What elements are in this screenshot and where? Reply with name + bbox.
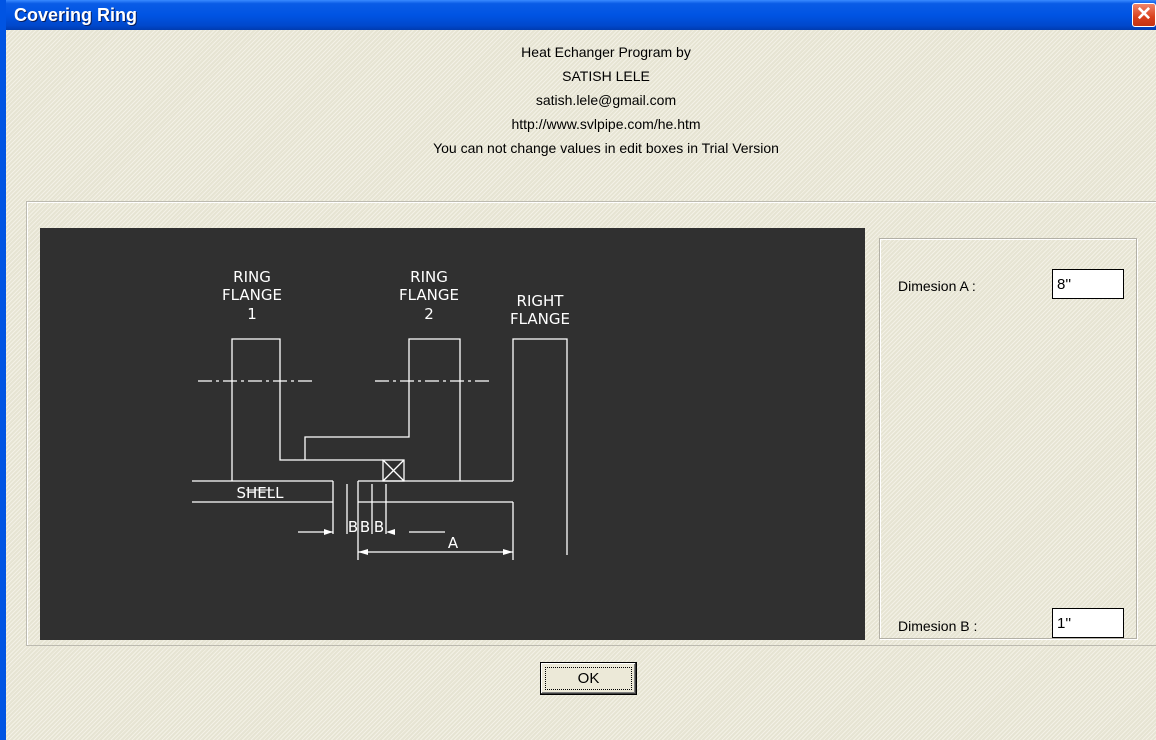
website-url: http://www.svlpipe.com/he.htm [511,116,701,132]
dim-a-label: A [448,534,459,552]
ring2-label-line2: FLANGE [399,286,459,304]
dimension-b-input[interactable] [1052,608,1124,638]
program-by-text: Heat Echanger Program by [521,44,691,60]
ok-button[interactable]: OK [540,662,637,695]
dimensions-panel: Dimesion A : Dimesion B : [879,238,1137,639]
covering-ring-drawing: RING FLANGE 1 RING FLANGE 2 RIGHT FLANGE… [40,228,865,640]
trial-notice: You can not change values in edit boxes … [433,140,779,156]
dim-b-label-1: B [348,518,358,536]
ring2-label-line3: 2 [424,305,434,323]
dim-b-label-3: B [374,518,384,536]
ring2-label-line1: RING [410,268,448,286]
drawing-canvas: RING FLANGE 1 RING FLANGE 2 RIGHT FLANGE… [192,268,570,560]
right-flange-label-line2: FLANGE [510,310,570,328]
shell-label: SHELL [237,484,285,502]
close-icon: ✕ [1136,4,1152,25]
author-email: satish.lele@gmail.com [535,92,677,108]
author-name: SATISH LELE [562,68,650,84]
program-info: Heat Echanger Program by SATISH LELE sat… [306,40,906,160]
ring1-label-line1: RING [233,268,271,286]
ring1-label-line3: 1 [247,305,257,323]
dimension-a-label: Dimesion A : [898,278,976,294]
ring1-label-line2: FLANGE [222,286,282,304]
close-button[interactable]: ✕ [1132,3,1156,27]
ok-button-label: OK [545,667,632,690]
window-title: Covering Ring [14,5,138,25]
title-bar[interactable]: Covering Ring ✕ [6,0,1156,30]
dimension-b-label: Dimesion B : [898,618,978,634]
dim-b-label-2: B [360,518,370,536]
dimension-a-input[interactable] [1052,269,1124,299]
right-flange-label-line1: RIGHT [517,292,565,310]
